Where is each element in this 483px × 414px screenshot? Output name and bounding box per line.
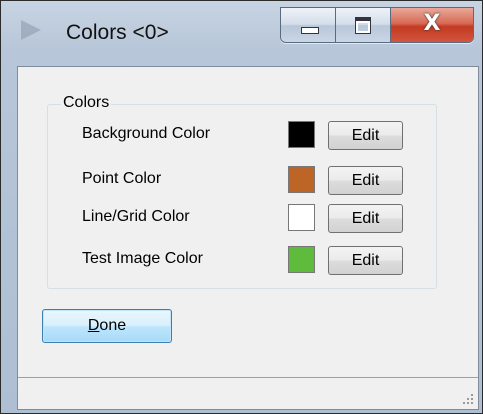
done-button[interactable]: Done <box>42 309 172 343</box>
close-button[interactable]: X <box>391 8 473 42</box>
minimize-button[interactable] <box>281 8 336 42</box>
color-row-background: Background Color Edit <box>18 119 478 150</box>
maximize-button[interactable] <box>336 8 391 42</box>
point-color-label: Point Color <box>82 170 162 187</box>
app-icon <box>21 20 41 40</box>
caption-buttons: X <box>280 7 474 43</box>
edit-point-color-button[interactable]: Edit <box>328 166 403 195</box>
test-image-color-swatch <box>288 246 315 273</box>
color-row-line-grid: Line/Grid Color Edit <box>18 202 478 233</box>
edit-test-image-color-button[interactable]: Edit <box>328 246 403 275</box>
test-image-color-label: Test Image Color <box>82 250 203 267</box>
close-icon: X <box>423 11 441 36</box>
maximize-icon <box>355 17 371 34</box>
point-color-swatch <box>288 166 315 193</box>
title-bar[interactable]: Colors <0> X <box>1 1 482 59</box>
line-grid-color-label: Line/Grid Color <box>82 208 190 225</box>
edit-background-color-button[interactable]: Edit <box>328 121 403 150</box>
done-mnemonic: D <box>87 317 100 334</box>
minimize-icon <box>301 27 319 34</box>
resize-grip-icon[interactable] <box>462 393 474 405</box>
background-color-swatch <box>288 121 315 148</box>
window-title: Colors <0> <box>66 21 169 44</box>
background-color-label: Background Color <box>82 125 211 142</box>
colors-group-title: Colors <box>61 94 112 112</box>
color-row-test-image: Test Image Color Edit <box>18 244 478 275</box>
dialog-client-area: Colors Background Color Edit Point Color… <box>17 66 479 410</box>
colors-window: Colors <0> X Colors Background Color Edi… <box>0 0 483 414</box>
status-bar <box>18 377 478 409</box>
edit-line-grid-color-button[interactable]: Edit <box>328 204 403 233</box>
color-row-point: Point Color Edit <box>18 164 478 195</box>
done-label-rest: one <box>99 317 127 334</box>
line-grid-color-swatch <box>288 204 315 231</box>
